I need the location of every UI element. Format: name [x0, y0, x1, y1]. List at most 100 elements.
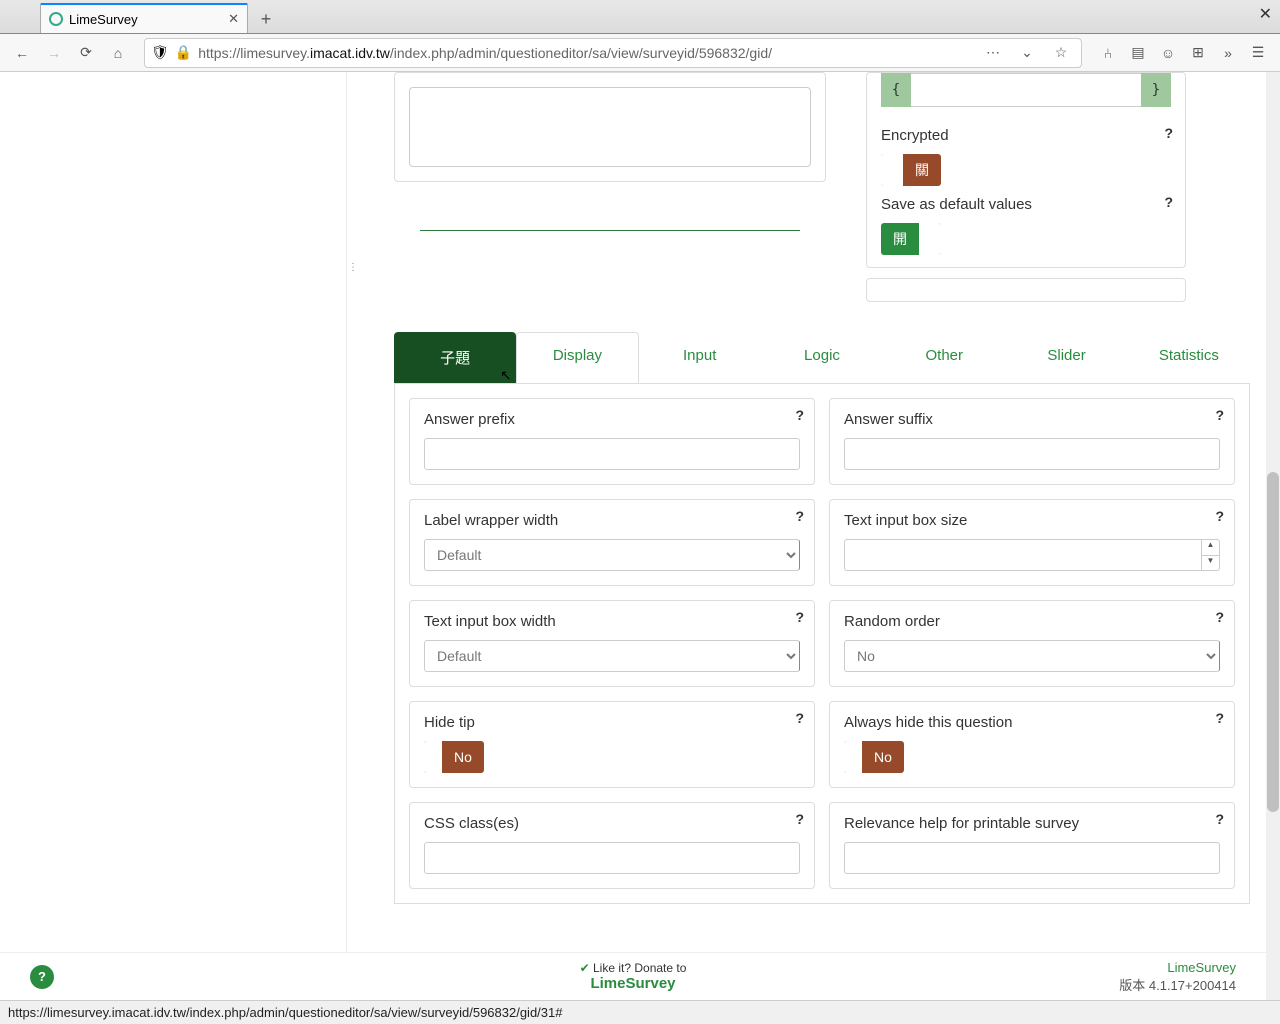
label: Random order	[844, 613, 1220, 630]
editor-panel	[394, 72, 826, 182]
tab-bar: LimeSurvey ✕ + ✕	[0, 0, 1280, 34]
display-options-panel: Answer prefix ? Label wrapper width ? De…	[394, 384, 1250, 904]
browser-chrome: LimeSurvey ✕ + ✕ ← → ⟳ ⌂ 🛡 🔒 https://lim…	[0, 0, 1280, 72]
overflow-icon[interactable]: »	[1214, 39, 1242, 67]
tab-display[interactable]: Display	[516, 332, 638, 383]
new-tab-button[interactable]: +	[252, 5, 280, 33]
help-icon[interactable]: ?	[795, 710, 804, 726]
label: Answer suffix	[844, 411, 1220, 428]
favicon	[49, 12, 63, 26]
relevance-textarea[interactable]	[911, 73, 1141, 107]
status-url: https://limesurvey.imacat.idv.tw/index.p…	[8, 1005, 562, 1020]
label: Always hide this question	[844, 714, 1220, 731]
brace-right-icon: }	[1141, 73, 1171, 107]
shield-icon[interactable]: 🛡	[151, 44, 169, 61]
pocket-icon[interactable]: ⌄	[1013, 39, 1041, 67]
editor-textarea[interactable]	[409, 87, 811, 167]
status-bar: https://limesurvey.imacat.idv.tw/index.p…	[0, 1000, 1280, 1024]
brand-link[interactable]: LimeSurvey	[1119, 960, 1236, 975]
side-panel: { } Encrypted ? 關 Save as default values	[866, 72, 1186, 302]
page-footer: ? ✔ Like it? Donate to LimeSurvey LimeSu…	[0, 952, 1266, 1000]
scrollbar-thumb[interactable]	[1267, 472, 1279, 812]
menu-icon[interactable]: ☰	[1244, 39, 1272, 67]
answer-suffix-input[interactable]	[844, 438, 1220, 470]
account-icon[interactable]: ☺	[1154, 39, 1182, 67]
brace-left-icon: {	[881, 73, 911, 107]
donate-link[interactable]: ✔ Like it? Donate to LimeSurvey	[580, 961, 687, 992]
browser-tab[interactable]: LimeSurvey ✕	[40, 3, 248, 33]
save-default-label: Save as default values	[881, 196, 1032, 213]
relevance-equation-input[interactable]: { }	[881, 73, 1171, 107]
help-icon[interactable]: ?	[1215, 811, 1224, 827]
toggle-state: 關	[903, 154, 941, 186]
help-icon[interactable]: ?	[1164, 125, 1173, 141]
home-button[interactable]: ⌂	[104, 39, 132, 67]
toggle-state: 開	[881, 223, 919, 255]
tab-statistics[interactable]: Statistics	[1128, 332, 1250, 383]
tab-slider[interactable]: Slider	[1005, 332, 1127, 383]
help-bubble-icon[interactable]: ?	[30, 965, 54, 989]
encrypted-label: Encrypted	[881, 127, 949, 144]
empty-panel	[866, 278, 1186, 302]
lock-icon: 🔒	[175, 44, 192, 61]
bookmark-star-icon[interactable]: ☆	[1047, 39, 1075, 67]
tab-logic[interactable]: Logic	[761, 332, 883, 383]
label: Text input box width	[424, 613, 800, 630]
css-class-input[interactable]	[424, 842, 800, 874]
help-icon[interactable]: ?	[1215, 407, 1224, 423]
help-icon[interactable]: ?	[1215, 710, 1224, 726]
text-box-width-select[interactable]: Default	[424, 640, 800, 672]
back-button[interactable]: ←	[8, 39, 36, 67]
reload-button[interactable]: ⟳	[72, 39, 100, 67]
version-text: 版本 4.1.17+200414	[1119, 975, 1236, 994]
tab-other[interactable]: Other	[883, 332, 1005, 383]
nav-toolbar: ← → ⟳ ⌂ 🛡 🔒 https://limesurvey.imacat.id…	[0, 34, 1280, 72]
label: CSS class(es)	[424, 815, 800, 832]
opt-answer-suffix: Answer suffix ?	[829, 398, 1235, 485]
sidebar-border	[346, 72, 347, 1000]
library-icon[interactable]: ⑃	[1094, 39, 1122, 67]
relevance-help-input[interactable]	[844, 842, 1220, 874]
help-icon[interactable]: ?	[795, 609, 804, 625]
extensions-icon[interactable]: ⊞	[1184, 39, 1212, 67]
label: Hide tip	[424, 714, 800, 731]
page-viewport: ⋮ { } Encrypted ?	[0, 72, 1280, 1000]
help-icon[interactable]: ?	[795, 508, 804, 524]
tab-title: LimeSurvey	[69, 12, 138, 27]
opt-random-order: Random order ? No	[829, 600, 1235, 687]
encrypted-toggle[interactable]: 關	[881, 154, 941, 186]
vertical-scrollbar[interactable]	[1266, 72, 1280, 1000]
tab-input[interactable]: Input	[639, 332, 761, 383]
random-order-select[interactable]: No	[844, 640, 1220, 672]
reader-icon[interactable]: ▤	[1124, 39, 1152, 67]
always-hide-toggle[interactable]: No	[844, 741, 904, 773]
help-icon[interactable]: ?	[1215, 508, 1224, 524]
tab-label: 子題	[440, 350, 470, 367]
close-window-icon[interactable]: ✕	[1259, 4, 1272, 24]
page-actions-icon[interactable]: ⋯	[979, 39, 1007, 67]
opt-answer-prefix: Answer prefix ?	[409, 398, 815, 485]
tab-subquestions[interactable]: 子題 ↖	[394, 332, 516, 383]
opt-css-class: CSS class(es) ?	[409, 802, 815, 889]
label: Answer prefix	[424, 411, 800, 428]
label: Label wrapper width	[424, 512, 800, 529]
help-icon[interactable]: ?	[795, 811, 804, 827]
spin-up-icon: ▲	[1202, 540, 1219, 556]
help-icon[interactable]: ?	[1215, 609, 1224, 625]
main-content: { } Encrypted ? 關 Save as default values	[394, 72, 1250, 1000]
address-bar[interactable]: 🛡 🔒 https://limesurvey.imacat.idv.tw/ind…	[144, 38, 1082, 68]
help-icon[interactable]: ?	[795, 407, 804, 423]
save-default-toggle[interactable]: 開	[881, 223, 941, 255]
number-spinner[interactable]: ▲▼	[1201, 539, 1220, 571]
label-wrapper-select[interactable]: Default	[424, 539, 800, 571]
hide-tip-toggle[interactable]: No	[424, 741, 484, 773]
forward-button[interactable]: →	[40, 39, 68, 67]
answer-prefix-input[interactable]	[424, 438, 800, 470]
opt-hide-tip: Hide tip ? No	[409, 701, 815, 788]
text-box-size-input[interactable]	[844, 539, 1201, 571]
toggle-state: No	[862, 741, 904, 773]
help-icon[interactable]: ?	[1164, 194, 1173, 210]
close-tab-icon[interactable]: ✕	[228, 11, 239, 27]
toggle-state: No	[442, 741, 484, 773]
drag-handle-icon[interactable]: ⋮	[348, 262, 358, 273]
